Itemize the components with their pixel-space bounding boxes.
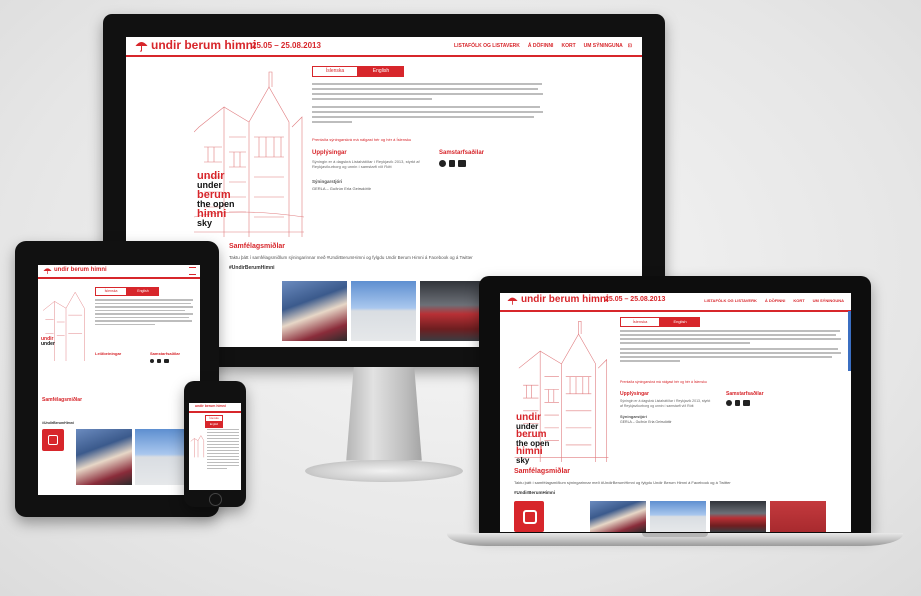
partner-logo-icon[interactable] bbox=[449, 160, 455, 167]
phone-device: undir berum himni Íslenska English bbox=[184, 381, 246, 507]
community-heading: Samfélagsmiðlar bbox=[514, 468, 571, 475]
photo-red-door[interactable] bbox=[420, 281, 485, 341]
partner-logos bbox=[150, 359, 172, 363]
title-artwork: undir under berum the open himni sky bbox=[197, 170, 235, 229]
photo-house[interactable] bbox=[351, 281, 416, 341]
partner-logo-icon[interactable] bbox=[458, 160, 466, 167]
instagram-icon[interactable] bbox=[42, 429, 64, 451]
intro-paragraph bbox=[207, 429, 239, 471]
community-text: Taktu þátt í samfélagsmiðlum sýningarinn… bbox=[229, 255, 473, 260]
nav-about[interactable]: UM SÝNINGUNA bbox=[813, 298, 844, 303]
tablet-screen: undir berum himni Íslenska English undir… bbox=[38, 265, 200, 495]
photo-house[interactable] bbox=[135, 429, 191, 485]
laptop-header: undir berum himni 25.05 – 25.08.2013 LIS… bbox=[500, 293, 851, 312]
lang-en-button[interactable]: English bbox=[660, 317, 700, 327]
hashtag: #UndirBerumHimni bbox=[229, 265, 275, 271]
intro-paragraph bbox=[620, 330, 842, 364]
partners-heading: Samstarfsaðilar bbox=[726, 391, 764, 397]
hashtag: #UndirBerumHimni bbox=[42, 421, 74, 425]
nav-artists[interactable]: LISTAFÓLK OG LISTAVERK bbox=[454, 43, 520, 49]
photo-wedding[interactable] bbox=[282, 281, 347, 341]
lang-is-button[interactable]: Íslenska bbox=[95, 287, 127, 296]
partner-logo-icon[interactable] bbox=[150, 359, 154, 363]
language-switcher-en: English bbox=[205, 421, 223, 428]
title-artwork: undir under bbox=[41, 336, 55, 347]
nav-about[interactable]: UM SÝNINGUNA bbox=[584, 43, 623, 49]
umbrella-icon bbox=[135, 42, 148, 52]
opening-heading: Upplýsingar bbox=[312, 150, 347, 156]
partner-logo-icon[interactable] bbox=[726, 400, 732, 406]
scrollbar[interactable] bbox=[848, 311, 851, 371]
lang-en-button[interactable]: English bbox=[205, 421, 223, 428]
street-sketch-illustration bbox=[190, 435, 205, 458]
nav-label-guides: Leiðbeiningar bbox=[95, 351, 122, 356]
main-nav: LISTAFÓLK OG LISTAVERK Á DÖFINNI KORT UM… bbox=[696, 298, 844, 303]
catalogue-link[interactable]: Prentaða sýningarskrá má nálgast hér og … bbox=[620, 380, 707, 384]
title-artwork: undir under berum the open himni sky bbox=[516, 412, 550, 465]
photo-red-door[interactable] bbox=[710, 501, 766, 532]
language-switcher: Íslenska English bbox=[312, 66, 404, 77]
partner-logo-icon[interactable] bbox=[439, 160, 446, 167]
nav-artists[interactable]: LISTAFÓLK OG LISTAVERK bbox=[704, 298, 757, 303]
monitor-base bbox=[305, 460, 463, 482]
hashtag: #UndirBerumHimni bbox=[514, 490, 556, 495]
partner-logo-icon[interactable] bbox=[743, 400, 750, 406]
brand-title[interactable]: undir berum himni bbox=[521, 294, 609, 305]
intro-paragraph bbox=[95, 299, 195, 327]
community-heading: Samfélagsmiðlar bbox=[42, 397, 83, 403]
lang-en-button[interactable]: English bbox=[358, 66, 404, 77]
instagram-icon[interactable] bbox=[514, 501, 544, 532]
language-switcher: Íslenska English bbox=[620, 317, 700, 327]
nav-upcoming[interactable]: Á DÖFINNI bbox=[528, 43, 554, 49]
photo-house[interactable] bbox=[650, 501, 706, 532]
search-icon[interactable]: ⊡ bbox=[628, 43, 632, 49]
photo-wedding[interactable] bbox=[590, 501, 646, 532]
curator-name: GERLA – Guðrún Erla Geirsdóttir bbox=[620, 420, 672, 424]
intro-paragraph bbox=[312, 83, 544, 126]
lang-is-button[interactable]: Íslenska bbox=[312, 66, 358, 77]
umbrella-icon bbox=[507, 297, 518, 305]
opening-text: Sýningin er á dagskrá Listahátíðar í Rey… bbox=[312, 159, 420, 170]
opening-heading: Upplýsingar bbox=[620, 391, 649, 397]
photo-red-wall[interactable] bbox=[770, 501, 826, 532]
partner-logo-icon[interactable] bbox=[157, 359, 161, 363]
opening-text: Sýningin er á dagskrá Listahátíðar í Rey… bbox=[620, 399, 711, 408]
main-nav: LISTAFÓLK OG LISTAVERK Á DÖFINNI KORT UM… bbox=[446, 43, 632, 49]
street-sketch-illustration bbox=[42, 291, 85, 361]
menu-icon[interactable] bbox=[189, 267, 196, 275]
nav-label-partners: Samstarfsaðilar bbox=[150, 351, 181, 356]
partner-logos bbox=[726, 400, 753, 406]
tablet-header: undir berum himni bbox=[38, 265, 200, 279]
community-text: Taktu þátt í samfélagsmiðlum sýningarinn… bbox=[514, 480, 731, 485]
curator-name: GERLA – Guðrún Erla Geirsdóttir bbox=[312, 186, 371, 191]
lang-en-button[interactable]: English bbox=[127, 287, 159, 296]
lang-is-button[interactable]: Íslenska bbox=[620, 317, 660, 327]
nav-upcoming[interactable]: Á DÖFINNI bbox=[765, 298, 785, 303]
photo-wedding[interactable] bbox=[76, 429, 132, 485]
catalogue-link[interactable]: Prentaða sýningarskrá má nálgast hér og … bbox=[312, 137, 411, 142]
curator-heading: Sýningarstjóri bbox=[620, 414, 647, 419]
laptop-notch bbox=[642, 533, 708, 537]
phone-home-button[interactable] bbox=[209, 493, 222, 506]
phone-header: undir berum himni bbox=[189, 403, 241, 413]
partner-logo-icon[interactable] bbox=[164, 359, 169, 363]
laptop-lid: undir berum himni 25.05 – 25.08.2013 LIS… bbox=[479, 276, 871, 533]
exhibition-dates: 25.05 – 25.08.2013 bbox=[252, 41, 321, 50]
umbrella-icon bbox=[43, 268, 52, 274]
phone-screen: undir berum himni Íslenska English bbox=[189, 403, 241, 490]
laptop-screen: undir berum himni 25.05 – 25.08.2013 LIS… bbox=[500, 293, 851, 532]
community-heading: Samfélagsmiðlar bbox=[229, 243, 286, 250]
nav-map[interactable]: KORT bbox=[793, 298, 804, 303]
curator-heading: Sýningarstjóri bbox=[312, 179, 343, 184]
desktop-header: undir berum himni 25.05 – 25.08.2013 LIS… bbox=[126, 37, 642, 57]
brand-title[interactable]: undir berum himni bbox=[54, 267, 107, 273]
brand-title[interactable]: undir berum himni bbox=[195, 404, 226, 408]
exhibition-dates: 25.05 – 25.08.2013 bbox=[605, 296, 666, 303]
partners-heading: Samstarfsaðilar bbox=[439, 150, 485, 156]
brand-title[interactable]: undir berum himni bbox=[151, 38, 256, 52]
nav-map[interactable]: KORT bbox=[561, 43, 575, 49]
language-switcher: Íslenska English bbox=[95, 287, 159, 296]
partner-logos bbox=[439, 160, 469, 167]
partner-logo-icon[interactable] bbox=[735, 400, 740, 406]
